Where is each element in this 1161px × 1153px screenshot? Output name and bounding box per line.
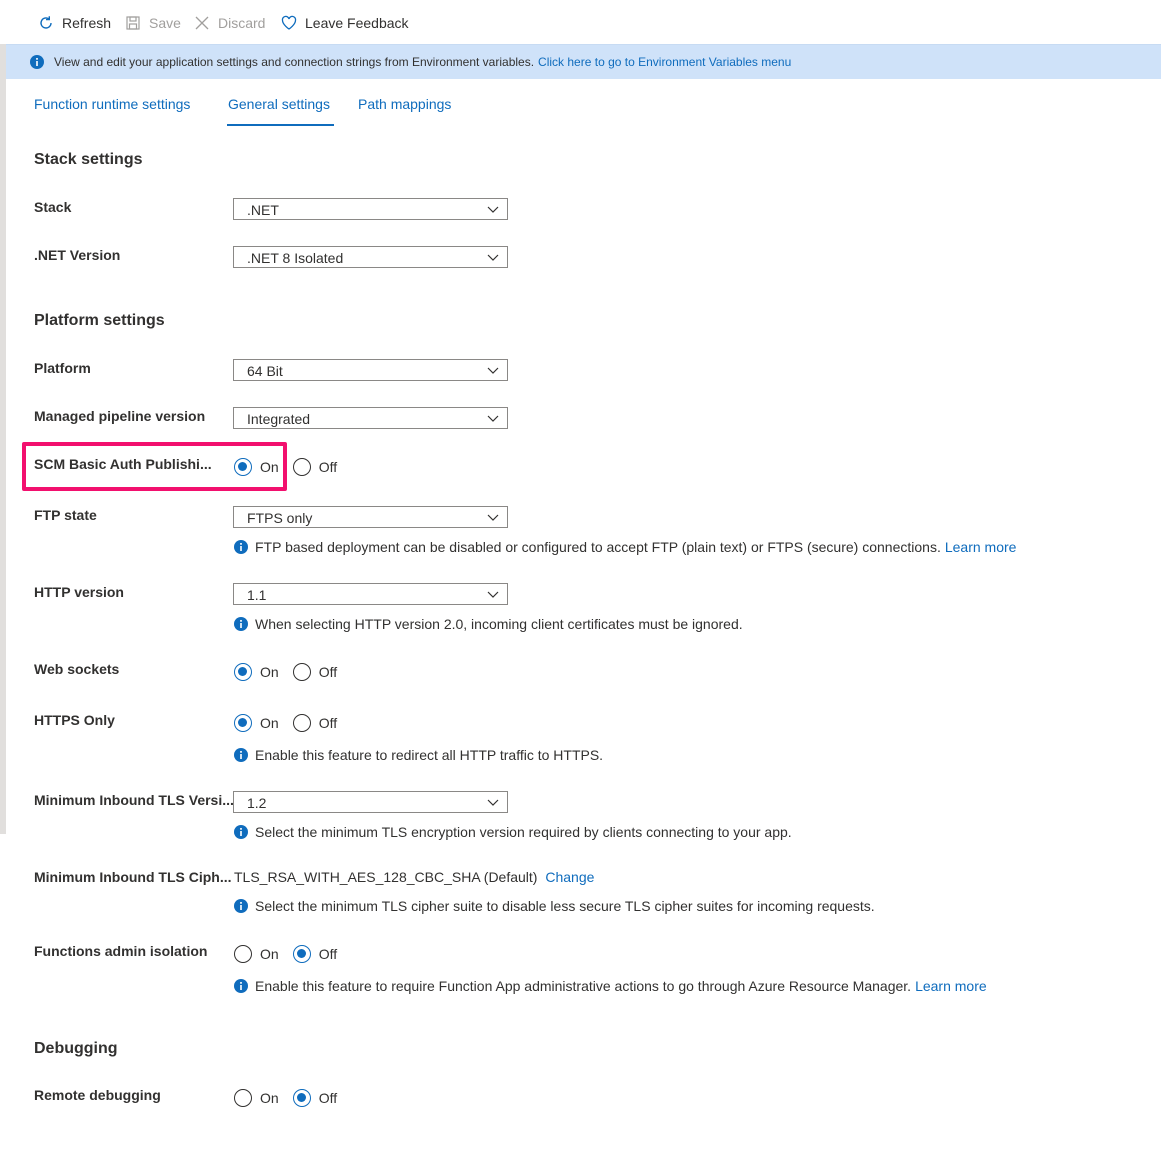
min-tls-cipher-info-text: Select the minimum TLS cipher suite to d… — [255, 898, 875, 914]
net-version-dropdown[interactable]: .NET 8 Isolated — [233, 246, 508, 268]
info-banner: View and edit your application settings … — [6, 44, 1161, 79]
web-sockets-off-radio[interactable]: Off — [292, 663, 337, 681]
http-version-info: When selecting HTTP version 2.0, incomin… — [234, 616, 743, 632]
tab-general-settings[interactable]: General settings — [228, 96, 330, 112]
functions-admin-isolation-info-text: Enable this feature to require Function … — [255, 978, 912, 994]
pipeline-dropdown[interactable]: Integrated — [233, 407, 508, 429]
tab-path-mappings[interactable]: Path mappings — [358, 96, 451, 112]
remote-debugging-radio-group: On Off — [234, 1088, 351, 1108]
left-scroll-strip — [0, 44, 6, 834]
https-only-label: HTTPS Only — [34, 712, 115, 728]
stack-dropdown[interactable]: .NET — [233, 198, 508, 220]
change-cipher-link[interactable]: Change — [545, 869, 594, 885]
pipeline-value: Integrated — [247, 411, 311, 427]
https-only-radio-group: On Off — [234, 713, 351, 733]
functions-admin-isolation-label: Functions admin isolation — [34, 943, 208, 959]
leave-feedback-label: Leave Feedback — [305, 15, 409, 31]
https-only-info-text: Enable this feature to redirect all HTTP… — [255, 747, 604, 763]
min-tls-cipher-label: Minimum Inbound TLS Ciph... — [34, 869, 232, 885]
ftp-state-label: FTP state — [34, 507, 97, 523]
ftp-state-value: FTPS only — [247, 510, 313, 526]
chevron-down-icon — [487, 254, 499, 261]
functions-admin-isolation-on-radio[interactable]: On — [234, 945, 279, 963]
info-icon — [234, 540, 248, 554]
remote-debugging-off-radio[interactable]: Off — [292, 1089, 337, 1107]
ftp-state-info-text: FTP based deployment can be disabled or … — [255, 539, 941, 555]
http-version-value: 1.1 — [247, 587, 267, 603]
pipeline-label: Managed pipeline version — [34, 408, 206, 424]
platform-value: 64 Bit — [247, 363, 283, 379]
close-icon — [195, 16, 209, 30]
https-only-off-radio[interactable]: Off — [292, 714, 337, 732]
discard-label: Discard — [218, 15, 266, 31]
http-version-label: HTTP version — [34, 584, 124, 600]
info-icon — [234, 825, 248, 839]
min-tls-info-text: Select the minimum TLS encryption versio… — [255, 824, 792, 840]
chevron-down-icon — [487, 367, 499, 374]
platform-label: Platform — [34, 360, 91, 376]
https-only-info: Enable this feature to redirect all HTTP… — [234, 747, 603, 763]
net-version-label: .NET Version — [34, 247, 121, 263]
min-tls-label: Minimum Inbound TLS Versi... — [34, 792, 234, 808]
scm-basic-auth-off-radio[interactable]: Off — [292, 458, 337, 476]
save-icon — [126, 16, 140, 30]
min-tls-cipher-value-row: TLS_RSA_WITH_AES_128_CBC_SHA (Default) C… — [234, 869, 594, 885]
info-icon — [234, 617, 248, 631]
platform-dropdown[interactable]: 64 Bit — [233, 359, 508, 381]
command-bar: Refresh Save Discard Leave Feedback — [0, 0, 1161, 44]
refresh-label: Refresh — [62, 15, 112, 31]
chevron-down-icon — [487, 799, 499, 806]
banner-text: View and edit your application settings … — [54, 55, 535, 69]
chevron-down-icon — [487, 206, 499, 213]
chevron-down-icon — [487, 514, 499, 521]
https-only-on-radio[interactable]: On — [234, 714, 279, 732]
platform-settings-heading: Platform settings — [34, 312, 165, 329]
functions-admin-isolation-radio-group: On Off — [234, 944, 351, 964]
environment-variables-link[interactable]: Click here to go to Environment Variable… — [538, 55, 791, 69]
heart-icon — [281, 15, 297, 30]
chevron-down-icon — [487, 591, 499, 598]
info-icon — [30, 55, 44, 69]
debugging-heading: Debugging — [34, 1040, 118, 1057]
http-version-dropdown[interactable]: 1.1 — [233, 583, 508, 605]
stack-label: Stack — [34, 199, 72, 215]
info-icon — [234, 979, 248, 993]
web-sockets-radio-group: On Off — [234, 662, 351, 682]
save-button[interactable]: Save — [125, 12, 181, 34]
web-sockets-on-radio[interactable]: On — [234, 663, 279, 681]
functions-admin-isolation-off-radio[interactable]: Off — [292, 945, 337, 963]
info-icon — [234, 899, 248, 913]
functions-admin-isolation-info: Enable this feature to require Function … — [234, 978, 987, 994]
stack-value: .NET — [247, 202, 279, 218]
remote-debugging-on-radio[interactable]: On — [234, 1089, 279, 1107]
ftp-state-info: FTP based deployment can be disabled or … — [234, 539, 1016, 555]
chevron-down-icon — [487, 415, 499, 422]
stack-settings-heading: Stack settings — [34, 151, 143, 168]
min-tls-cipher-value: TLS_RSA_WITH_AES_128_CBC_SHA (Default) — [234, 869, 538, 885]
min-tls-info: Select the minimum TLS encryption versio… — [234, 824, 792, 840]
discard-button[interactable]: Discard — [194, 12, 265, 34]
save-label: Save — [149, 15, 181, 31]
ftp-learn-more-link[interactable]: Learn more — [945, 539, 1017, 555]
min-tls-value: 1.2 — [247, 795, 267, 811]
ftp-state-dropdown[interactable]: FTPS only — [233, 506, 508, 528]
min-tls-cipher-info: Select the minimum TLS cipher suite to d… — [234, 898, 875, 914]
net-version-value: .NET 8 Isolated — [247, 250, 344, 266]
selected-tab-indicator — [227, 124, 334, 126]
tab-function-runtime-settings[interactable]: Function runtime settings — [34, 96, 190, 112]
web-sockets-label: Web sockets — [34, 661, 120, 677]
functions-admin-learn-more-link[interactable]: Learn more — [915, 978, 987, 994]
remote-debugging-label: Remote debugging — [34, 1087, 161, 1103]
highlight-annotation — [22, 442, 287, 491]
refresh-button[interactable]: Refresh — [38, 12, 111, 34]
http-version-info-text: When selecting HTTP version 2.0, incomin… — [255, 616, 743, 632]
min-tls-dropdown[interactable]: 1.2 — [233, 791, 508, 813]
leave-feedback-button[interactable]: Leave Feedback — [281, 12, 409, 34]
refresh-icon — [40, 16, 52, 29]
info-icon — [234, 748, 248, 762]
